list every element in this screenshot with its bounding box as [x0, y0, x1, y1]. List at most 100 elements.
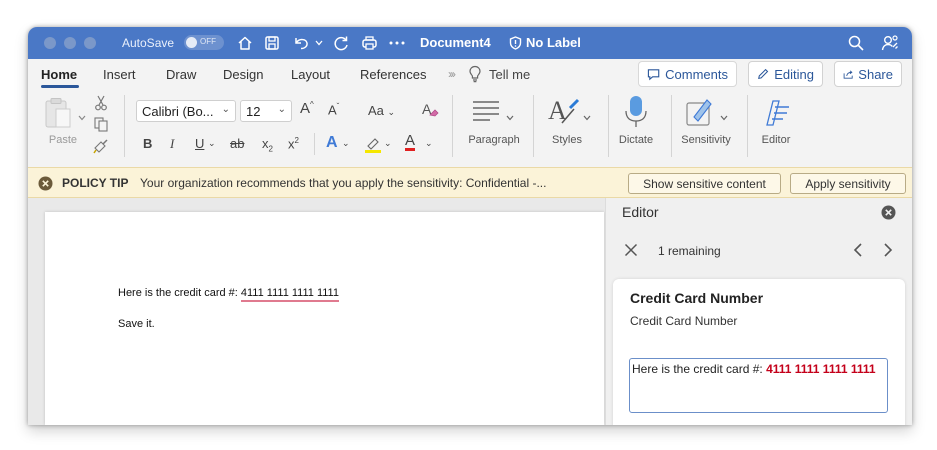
- superscript-button[interactable]: x2: [288, 136, 299, 151]
- tab-layout[interactable]: Layout: [291, 67, 330, 82]
- title-bar: AutoSave OFF Document4 No Label: [28, 27, 912, 59]
- sensitivity-label-text: No Label: [526, 35, 581, 50]
- share-button[interactable]: Share: [834, 61, 902, 87]
- next-issue-icon[interactable]: [882, 242, 894, 263]
- ignore-issue-icon[interactable]: [624, 243, 638, 262]
- issue-context-preview[interactable]: Here is the credit card #: 4111 1111 111…: [629, 358, 888, 413]
- shield-icon: [509, 35, 522, 50]
- paragraph-label: Paragraph: [468, 134, 520, 146]
- issue-card-title: Credit Card Number: [630, 290, 764, 306]
- issue-card[interactable]: Credit Card Number Credit Card Number He…: [613, 279, 905, 425]
- copy-icon[interactable]: [94, 117, 108, 137]
- font-color-button[interactable]: A: [405, 133, 416, 151]
- shrink-font-button[interactable]: Aˇ: [328, 102, 339, 117]
- share-label: Share: [858, 66, 893, 82]
- pencil-icon: [758, 68, 769, 80]
- tab-insert[interactable]: Insert: [103, 67, 136, 82]
- font-color-chevron-icon[interactable]: ⌄: [425, 138, 433, 149]
- font-name-value: Calibri (Bo...: [142, 103, 214, 119]
- ribbon-separator: [671, 95, 672, 157]
- editor-pane: Editor 1 remaining Credit Card Number Cr…: [605, 198, 912, 425]
- styles-icon[interactable]: A: [548, 95, 582, 132]
- tab-design[interactable]: Design: [223, 67, 263, 82]
- home-icon[interactable]: [235, 32, 255, 54]
- paste-icon[interactable]: [44, 97, 74, 134]
- cut-icon[interactable]: [94, 95, 108, 116]
- active-tab-indicator: [41, 85, 79, 88]
- underline-dropdown-chevron-icon[interactable]: ⌄: [208, 138, 216, 149]
- document-page[interactable]: Here is the credit card #: 4111 1111 111…: [45, 212, 604, 425]
- more-tabs-chevron-icon[interactable]: ›››: [448, 67, 456, 81]
- dismiss-policy-icon[interactable]: [38, 176, 53, 196]
- close-pane-icon[interactable]: [881, 205, 896, 225]
- font-name-select[interactable]: Calibri (Bo... ⌄: [136, 100, 236, 122]
- close-window-button[interactable]: [44, 37, 56, 49]
- change-case-label: Aa: [368, 103, 384, 118]
- italic-button[interactable]: I: [170, 136, 174, 152]
- highlighter-icon[interactable]: [364, 135, 382, 158]
- sensitivity-chevron-icon[interactable]: [720, 108, 728, 126]
- clear-formatting-icon[interactable]: A: [421, 100, 439, 123]
- policy-tip-bar: POLICY TIP Your organization recommends …: [28, 167, 912, 198]
- change-case-button[interactable]: Aa ⌄: [368, 103, 395, 118]
- comments-label: Comments: [665, 66, 728, 82]
- editing-label: Editing: [774, 66, 814, 82]
- editing-mode-button[interactable]: Editing: [748, 61, 823, 87]
- more-commands-icon[interactable]: [386, 32, 408, 54]
- issue-card-subtitle: Credit Card Number: [630, 314, 738, 328]
- autosave-toggle[interactable]: OFF: [184, 35, 224, 50]
- grow-font-button[interactable]: A^: [300, 100, 314, 117]
- editor-icon[interactable]: [761, 95, 793, 134]
- paste-dropdown-chevron-icon[interactable]: [78, 108, 86, 126]
- text-effects-button[interactable]: A: [326, 134, 338, 152]
- show-sensitive-content-button[interactable]: Show sensitive content: [628, 173, 781, 194]
- tab-draw[interactable]: Draw: [166, 67, 196, 82]
- comment-icon: [647, 68, 660, 80]
- policy-tip-title: POLICY TIP: [62, 176, 129, 190]
- document-line-2[interactable]: Save it.: [118, 318, 155, 330]
- minimize-window-button[interactable]: [64, 37, 76, 49]
- redo-icon[interactable]: [330, 32, 352, 54]
- underline-button[interactable]: U: [195, 136, 204, 151]
- editor-pane-title: Editor: [622, 204, 659, 220]
- strikethrough-button[interactable]: ab: [230, 136, 244, 151]
- autosave-state: OFF: [200, 37, 216, 46]
- paragraph-icon[interactable]: [472, 99, 500, 128]
- highlighter-chevron-icon[interactable]: ⌄: [384, 138, 392, 149]
- account-icon[interactable]: [879, 32, 901, 54]
- ribbon-separator: [747, 95, 748, 157]
- chevron-down-icon: ⌄: [277, 104, 286, 115]
- sensitivity-label: Sensitivity: [681, 134, 731, 146]
- save-icon[interactable]: [262, 32, 282, 54]
- chevron-down-icon: ⌄: [221, 104, 230, 115]
- search-icon[interactable]: [846, 32, 866, 54]
- document-title: Document4: [420, 35, 491, 50]
- paragraph-chevron-icon[interactable]: [506, 108, 514, 126]
- bold-button[interactable]: B: [143, 136, 152, 151]
- sensitivity-icon[interactable]: [686, 95, 714, 132]
- maximize-window-button[interactable]: [84, 37, 96, 49]
- subscript-button[interactable]: x2: [262, 136, 273, 154]
- undo-icon[interactable]: [289, 32, 313, 54]
- autosave-toggle-knob: [186, 37, 197, 48]
- autosave-label: AutoSave: [122, 36, 175, 50]
- font-size-select[interactable]: 12 ⌄: [240, 100, 292, 122]
- document-canvas: Here is the credit card #: 4111 1111 111…: [28, 198, 605, 425]
- sensitivity-label-button[interactable]: No Label: [509, 35, 581, 50]
- flagged-credit-card-number[interactable]: 4111 1111 1111 1111: [240, 287, 339, 302]
- tell-me-search[interactable]: Tell me: [489, 67, 530, 82]
- remaining-count: 1 remaining: [658, 244, 721, 258]
- previous-issue-icon[interactable]: [852, 242, 864, 263]
- tab-home[interactable]: Home: [41, 67, 77, 82]
- undo-dropdown-chevron-icon[interactable]: [314, 32, 324, 54]
- comments-button[interactable]: Comments: [638, 61, 737, 87]
- styles-chevron-icon[interactable]: [583, 108, 591, 126]
- ribbon-separator: [452, 95, 453, 157]
- apply-sensitivity-button[interactable]: Apply sensitivity: [790, 173, 906, 194]
- print-icon[interactable]: [358, 32, 380, 54]
- tab-references[interactable]: References: [360, 67, 426, 82]
- text-effects-chevron-icon[interactable]: ⌄: [342, 138, 350, 149]
- document-line-1[interactable]: Here is the credit card #: 4111 1111 111…: [118, 287, 339, 302]
- microphone-icon[interactable]: [624, 95, 648, 134]
- format-painter-icon[interactable]: [93, 139, 110, 159]
